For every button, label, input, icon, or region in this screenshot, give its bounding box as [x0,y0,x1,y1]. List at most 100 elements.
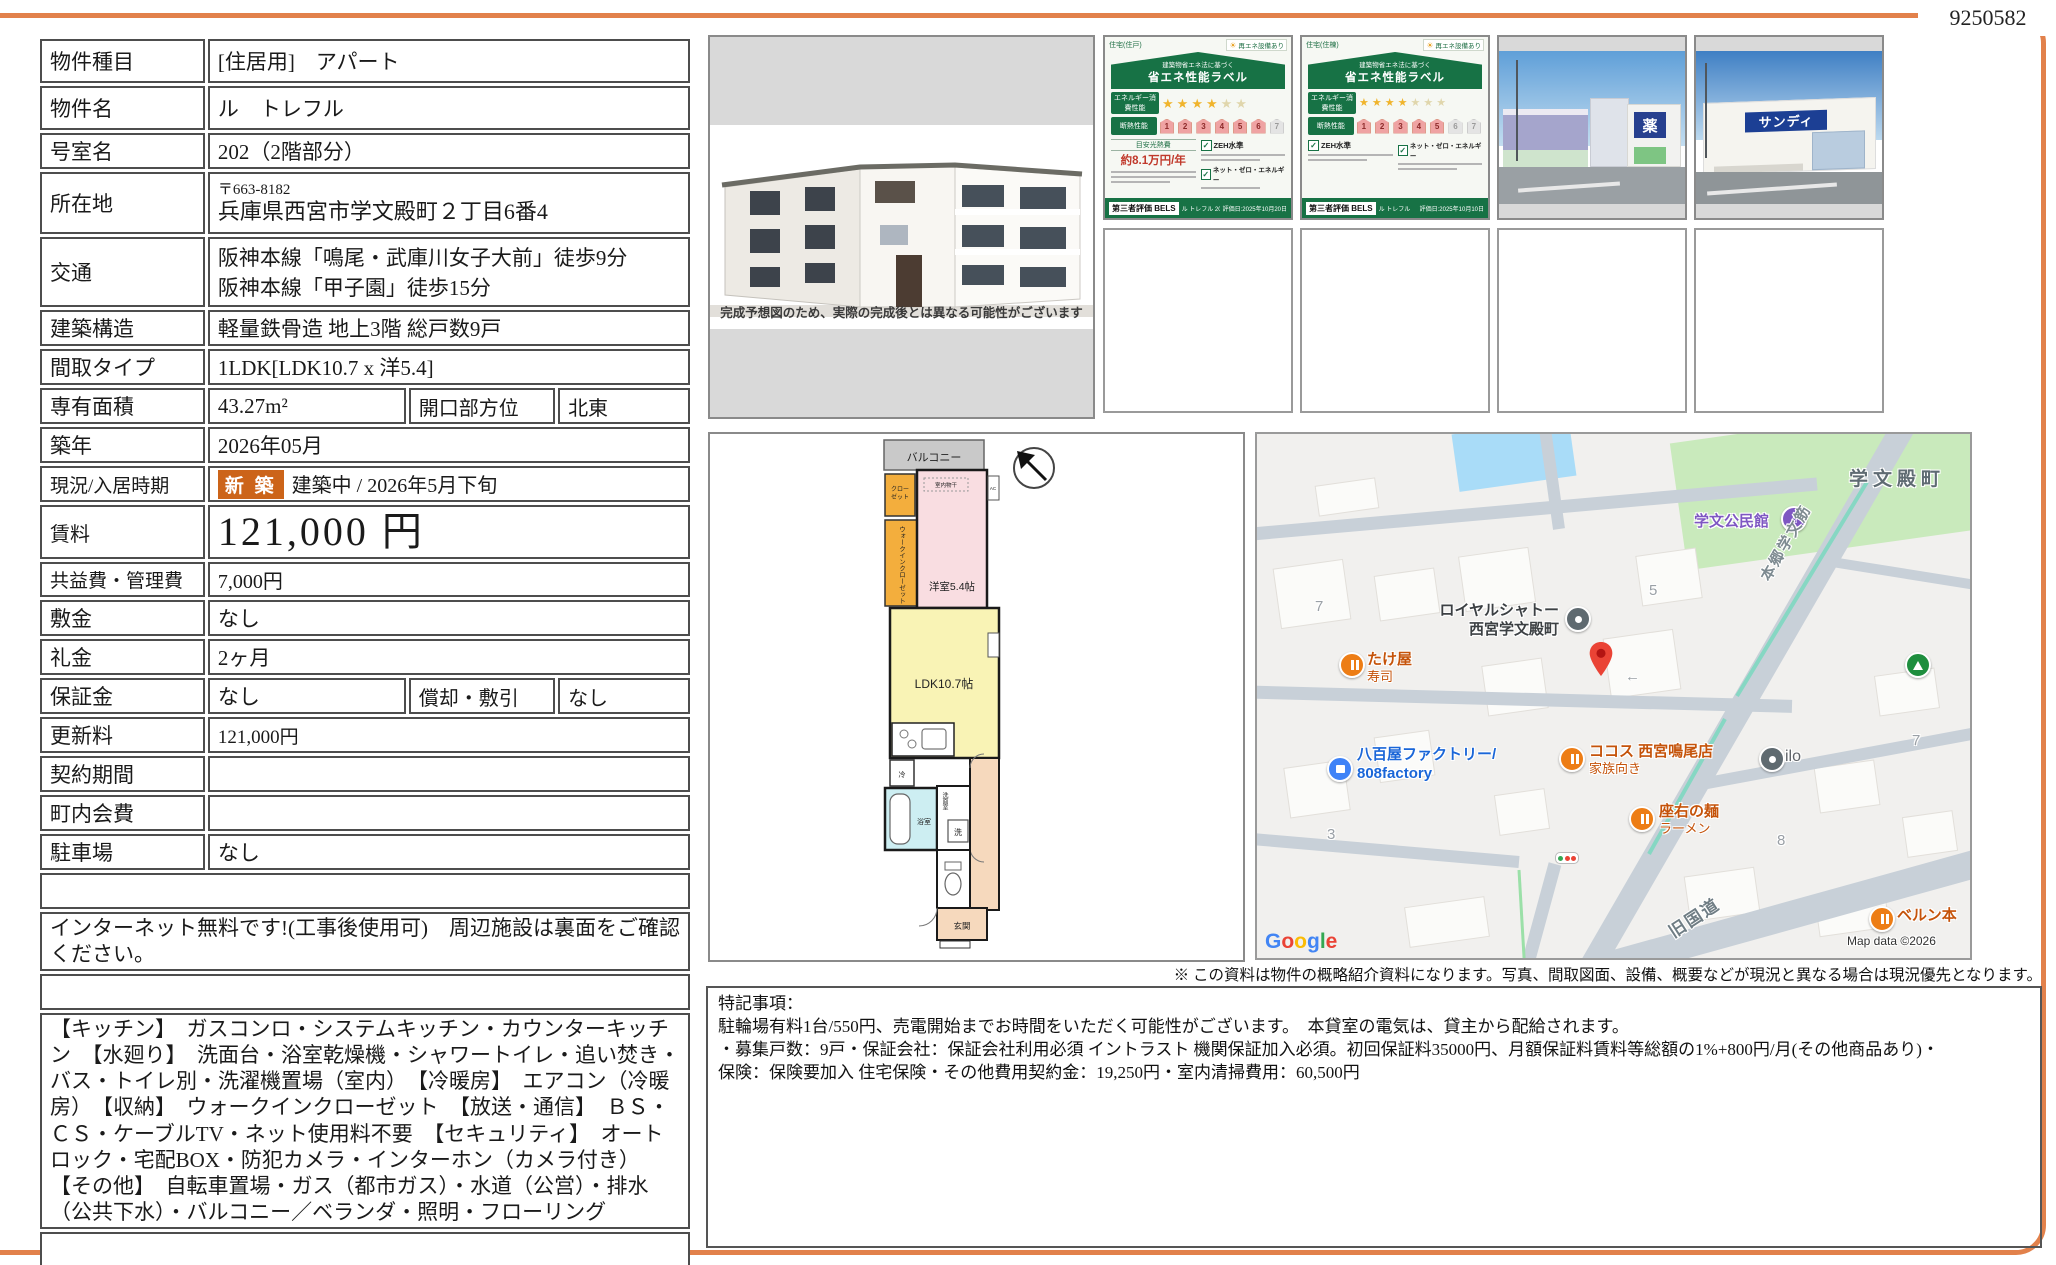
rendering-caption: 完成予想図のため、実際の完成後とは異なる可能性がございます [710,302,1093,321]
special-notes-title: 特記事項： [718,993,2030,1016]
table-row: 現況/入居時期 新 築建築中 / 2026年5月下旬 [40,466,690,502]
floorplan-drawing: バルコニー クロー ゼット ウォークインクローゼット 室内物干 AC 洋室5.4… [882,438,1032,950]
row-value: 121,000 円 [208,505,690,559]
insulation-level: 2 [1375,119,1389,134]
map-poi-ramen-sub: ラーメン [1659,818,1710,837]
letterbox-band [1696,37,1882,51]
road [1696,172,1882,204]
bels-title: 省エネ性能ラベル [1308,69,1482,85]
logo-letter: g [1307,930,1320,953]
restaurant-poi-icon [1559,746,1585,772]
renewable-text: 再エネ設備あり [1436,40,1482,50]
row-label: 契約期間 [40,756,205,792]
photo-energy-label-2: 住宅(住棟) ☀再エネ設備あり 建築物省エネ法に基づく 省エネ性能ラベル エネル… [1300,35,1490,220]
table-row: 共益費・管理費7,000円 [40,562,690,597]
lane-marking [1707,183,1837,196]
row-label: 賃料 [40,505,205,559]
row-value: 121,000円 [208,717,690,753]
row-value2: なし [558,678,690,714]
insulation-row: 断熱性能 1234567 [1111,117,1285,135]
fine-print-line [1201,154,1286,156]
row-value: 1LDK[LDK10.7 x 洋5.4] [208,349,690,385]
insulation-row-label: 断熱性能 [1308,117,1354,135]
zeh-row: ✓ZEH水準 [1308,140,1393,151]
block-number: 3 [1327,826,1335,843]
supermarket-street-photo: サンディ [1696,51,1882,204]
lane-marking [1518,182,1620,193]
map-background [1257,434,1972,960]
table-row: 交通 阪神本線「鳴尾・武庫川女子大前」徒歩9分 阪神本線「甲子園」徒歩15分 [40,237,690,307]
fine-print-line [1201,159,1260,161]
supermarket-sign: サンディ [1746,109,1828,132]
logo-letter: o [1281,930,1294,953]
row-value: なし [208,678,406,714]
photo-supermarket: サンディ [1694,35,1884,220]
insulation-level: 4 [1215,119,1229,134]
utility-pole [1516,60,1518,161]
empty-photo-cell [1497,228,1687,413]
zeh-row: ✓ZEH水準 [1201,140,1286,151]
logo-letter: o [1294,930,1307,953]
new-build-badge: 新 築 [218,470,284,499]
zeh-text: ZEH水準 [1214,140,1244,151]
bels-eval-date: 評価日:2025年10月10日 [1420,204,1484,213]
drugstore-street-photo: 薬 [1499,51,1685,204]
insulation-row-label: 断熱性能 [1111,117,1157,135]
building-rendering-photo: 完成予想図のため、実際の完成後とは異なる可能性がございます [708,35,1095,419]
map-poi-royal-chateau: ロイヤルシャトー 西宮学文殿町 [1407,602,1559,640]
sun-icon: ☀ [1229,41,1236,50]
table-row: 町内会費 [40,795,690,831]
bels-property-ref: ル トレフル [1379,204,1411,213]
insulation-row: 断熱性能 1234567 [1308,117,1482,135]
fine-print-line [1201,187,1260,189]
bels-title: 省エネ性能ラベル [1111,69,1285,85]
postal-code: 〒663-8182 [218,182,680,199]
gray-poi-icon [1759,746,1785,772]
energy-row-label: エネルギー消費性能 [1308,92,1356,114]
zeh-text: ZEH水準 [1321,140,1351,151]
balcony-label: バルコニー [907,451,962,464]
table-row: 敷金なし [40,600,690,636]
royal-chateau-line2: 西宮学文殿町 [1407,621,1559,640]
letterbox-band [710,37,1093,125]
table-row: 契約期間 [40,756,690,792]
remarks-header: 備 考 [40,873,690,909]
fine-print-line [1398,163,1483,165]
check-icon: ✓ [1201,169,1211,180]
insulation-level: 3 [1196,119,1210,134]
map-data-attribution: Map data ©2026 [1847,934,1936,948]
fine-print-line [1308,154,1393,156]
row-value: [住居用] アパート [208,39,690,83]
bels-law-text: 建築物省エネ法に基づく [1111,59,1285,69]
bels-footer: 第三者評価 BELS ル トレフル 202号室 評価日:2025年10月20日 [1105,198,1291,218]
map-poi-cocos-sub: 家族向き [1589,758,1641,777]
insulation-level: 1 [1160,119,1174,134]
table-row: 号室名202（2階部分） [40,133,690,169]
nze-column: ✓ネット・ゼロ・エネルギー [1398,138,1483,173]
fridge-label: 冷 [899,770,906,779]
star-icon-conditional: ★ [1436,98,1446,109]
indoor-drying-label: 室内物干 [935,481,958,489]
row-value: ル トレフル [208,86,690,130]
bath-label: 浴室 [917,817,931,826]
row-label: 共益費・管理費 [40,562,205,597]
western-room-label: 洋室5.4帖 [929,580,976,593]
bels-third-party-label: 第三者評価 BELS [1306,202,1376,215]
empty-photo-cell [1103,228,1293,413]
closet-label-line2: ゼット [891,493,909,501]
map-poi-community-center: 学文公民館 [1694,510,1769,531]
disclaimer-note: ※ この資料は物件の概略紹介資料になります。写真、間取図面、設備、概要などが現況… [708,963,2042,985]
zeh-column: ✓ZEH水準 ✓ネット・ゼロ・エネルギー [1201,138,1286,192]
cost-label: 目安光熱費 [1111,139,1196,151]
row-label: 築年 [40,427,205,463]
row-label: 建築構造 [40,310,205,346]
restaurant-poi-icon [1339,652,1365,678]
row-value [208,756,690,792]
star-icon-conditional: ★ [1235,97,1247,110]
zeh-column: ✓ZEH水準 [1308,138,1393,173]
star-icon-conditional: ★ [1411,98,1421,109]
row-value: なし [208,600,690,636]
pharmacy-building: 薬 [1627,104,1681,167]
status-text: 建築中 / 2026年5月下旬 [292,475,498,497]
cost-column: 目安光熱費 約8.1万円/年 [1111,138,1196,192]
